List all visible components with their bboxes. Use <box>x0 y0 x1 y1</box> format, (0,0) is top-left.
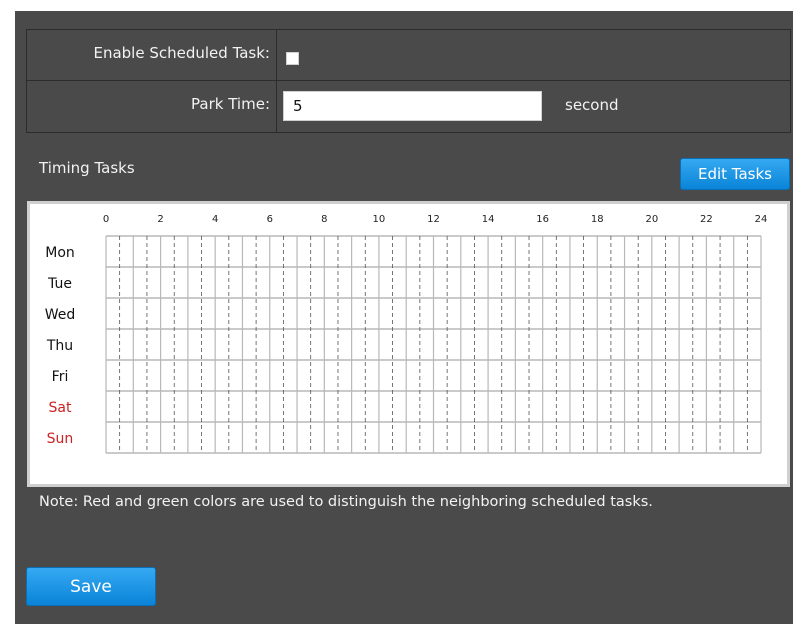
schedule-panel: Enable Scheduled Task: Park Time: second… <box>15 11 793 624</box>
hour-label: 4 <box>212 214 218 225</box>
timing-tasks-title: Timing Tasks <box>39 159 135 177</box>
day-label-mon: Mon <box>45 245 75 261</box>
hour-label: 18 <box>591 214 604 225</box>
hour-label: 22 <box>700 214 713 225</box>
hour-label: 16 <box>536 214 549 225</box>
enable-row: Enable Scheduled Task: <box>27 30 790 81</box>
schedule-grid-box: 0 2 4 6 8 10 12 14 16 18 20 22 24 Mon Tue Wed Thu Fri Sat S… <box>27 201 790 487</box>
hour-label: 6 <box>267 214 273 225</box>
day-label-sat: Sat <box>49 400 72 416</box>
hour-label: 8 <box>321 214 327 225</box>
hour-label: 0 <box>103 214 109 225</box>
hour-label: 20 <box>645 214 658 225</box>
day-label-wed: Wed <box>45 307 76 323</box>
day-label-thu: Thu <box>46 338 73 354</box>
park-time-label: Park Time: <box>191 95 270 113</box>
enable-scheduled-task-label: Enable Scheduled Task: <box>93 44 270 62</box>
hour-label: 10 <box>373 214 386 225</box>
edit-tasks-button[interactable]: Edit Tasks <box>680 158 790 190</box>
settings-table: Enable Scheduled Task: Park Time: second <box>26 29 791 133</box>
hour-label: 24 <box>755 214 768 225</box>
hour-label: 14 <box>482 214 495 225</box>
day-label-fri: Fri <box>52 369 69 385</box>
park-time-unit: second <box>565 96 619 114</box>
day-label-tue: Tue <box>47 276 72 292</box>
enable-scheduled-task-checkbox[interactable] <box>286 52 299 65</box>
save-button[interactable]: Save <box>26 567 156 606</box>
column-divider <box>276 30 277 80</box>
day-label-sun: Sun <box>47 431 74 447</box>
color-note: Note: Red and green colors are used to d… <box>39 494 653 510</box>
park-time-input[interactable] <box>283 91 542 121</box>
park-time-row: Park Time: second <box>27 81 790 132</box>
hour-label: 2 <box>157 214 163 225</box>
hour-label: 12 <box>427 214 440 225</box>
column-divider <box>276 81 277 132</box>
schedule-grid[interactable]: 0 2 4 6 8 10 12 14 16 18 20 22 24MonTueWedThuFriSatS… <box>30 204 787 484</box>
